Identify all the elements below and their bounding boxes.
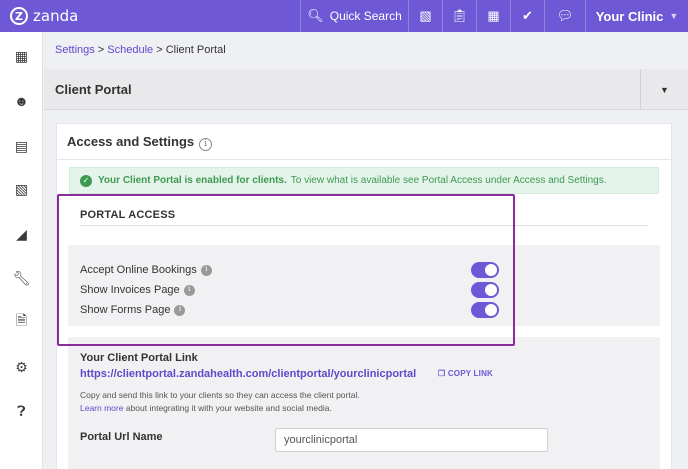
portal-link-heading: Your Client Portal Link	[80, 352, 198, 364]
caret-down-icon: ▼	[660, 84, 669, 95]
toggle-row-invoices-page: Show Invoices Page i	[80, 282, 195, 298]
portal-link-url[interactable]: https://clientportal.zandahealth.com/cli…	[80, 368, 416, 380]
clipboard-icon: 📋︎	[451, 8, 468, 23]
breadcrumb-separator: >	[153, 44, 166, 56]
chevron-down-icon: ▼	[669, 11, 679, 21]
bar-chart-icon: ▧	[419, 8, 432, 23]
toggle-label: Accept Online Bookings	[80, 264, 197, 276]
sidebar-item-settings[interactable]: ⚙︎	[0, 355, 43, 379]
info-icon[interactable]: i	[199, 138, 213, 151]
page-title: Client Portal	[55, 82, 132, 97]
copy-link-label: COPY LINK	[447, 369, 494, 378]
portal-enabled-alert: ✓ Your Client Portal is enabled for clie…	[69, 167, 659, 194]
learn-more-link[interactable]: Learn more	[80, 403, 123, 413]
toggle-label: Show Invoices Page	[80, 284, 180, 296]
search-icon: 🔍︎	[307, 8, 324, 23]
gear-icon: ⚙︎	[15, 358, 28, 375]
portal-link-section: Your Client Portal Link https://clientpo…	[68, 337, 660, 469]
learn-more-rest: about integrating it with your website a…	[123, 403, 332, 413]
checklist-button[interactable]: ✔	[510, 0, 544, 32]
calendar-button[interactable]: ▦	[476, 0, 510, 32]
tasks-button[interactable]: 📋︎	[442, 0, 476, 32]
zanda-logo[interactable]: Z zanda	[10, 5, 78, 27]
breadcrumb-schedule[interactable]: Schedule	[107, 44, 153, 56]
id-card-icon: ▤	[14, 137, 29, 154]
switch-knob	[485, 304, 497, 316]
breadcrumb: Settings > Schedule > Client Portal	[55, 44, 226, 56]
invoices-page-switch[interactable]	[471, 282, 499, 298]
divider	[80, 225, 648, 226]
switch-knob	[485, 284, 497, 296]
check-circle-icon: ✓	[80, 174, 92, 187]
sidebar-item-calendar[interactable]: ▦	[0, 44, 43, 68]
quick-search-label: Quick Search	[329, 9, 402, 23]
portal-access-toggles: Accept Online Bookings i Show Invoices Pa…	[68, 245, 660, 326]
portal-link-description: Copy and send this link to your clients …	[80, 390, 360, 400]
info-icon[interactable]: i	[183, 284, 195, 296]
calendar-icon: ▦	[14, 47, 29, 64]
sidebar-item-reports[interactable]: ▧	[0, 177, 43, 201]
sidebar-item-help[interactable]: ❓︎	[0, 399, 43, 423]
reports-button[interactable]: ▧	[408, 0, 442, 32]
clinic-label: Your Clinic	[595, 8, 664, 24]
forms-page-switch[interactable]	[471, 302, 499, 318]
check-circle-icon: ✔	[522, 8, 533, 23]
info-icon[interactable]: i	[174, 304, 186, 316]
sidebar-item-analytics[interactable]: ◢	[0, 222, 43, 246]
chat-icon: 💬︎	[556, 8, 574, 23]
alert-bold-text: Your Client Portal is enabled for client…	[98, 175, 287, 186]
card-title-text: Access and Settings	[67, 134, 195, 149]
client-portal-header: Client Portal ▼	[44, 69, 688, 110]
help-icon: ❓︎	[17, 402, 26, 419]
sidebar-item-documents[interactable]: 🗎	[0, 310, 43, 334]
copy-icon: ❐	[438, 369, 446, 378]
divider	[57, 159, 671, 160]
switch-knob	[485, 264, 497, 276]
document-icon: 🗎	[15, 312, 28, 328]
copy-link-button[interactable]: ❐ COPY LINK	[438, 369, 493, 378]
collapse-toggle-button[interactable]: ▼	[640, 69, 688, 110]
portal-url-name-input[interactable]	[275, 428, 548, 452]
zanda-logo-icon: Z	[10, 7, 28, 25]
breadcrumb-current: Client Portal	[165, 44, 226, 56]
top-bar: Z zanda 🔍︎ Quick Search ▧ 📋︎ ▦ ✔ 💬︎ Your…	[0, 0, 688, 32]
portal-link-learn-more-text: Learn more about integrating it with you…	[80, 403, 332, 413]
alert-text: To view what is available see Portal Acc…	[290, 175, 607, 186]
sidebar-item-tools[interactable]: 🔧︎	[0, 266, 43, 290]
sidebar: ▦ ☻ ▤ ▧ ◢ 🔧︎ 🗎 ⚙︎ ❓︎	[0, 32, 43, 469]
toggle-row-online-bookings: Accept Online Bookings i	[80, 262, 212, 278]
portal-url-name-label: Portal Url Name	[80, 431, 163, 443]
portal-access-heading: PORTAL ACCESS	[80, 209, 176, 221]
calendar-icon: ▦	[487, 8, 500, 23]
clinic-menu-button[interactable]: Your Clinic ▼	[585, 0, 688, 32]
line-chart-icon: ◢	[16, 225, 27, 242]
users-icon: ☻	[14, 93, 29, 109]
sidebar-item-clients[interactable]: ☻	[0, 89, 43, 113]
breadcrumb-settings[interactable]: Settings	[55, 44, 95, 56]
messages-button[interactable]: 💬︎	[544, 0, 585, 32]
toggle-row-forms-page: Show Forms Page i	[80, 302, 186, 318]
bar-chart-icon: ▧	[14, 180, 29, 197]
sidebar-item-contacts[interactable]: ▤	[0, 134, 43, 158]
quick-search-button[interactable]: 🔍︎ Quick Search	[300, 0, 408, 32]
card-title: Access and Settings i	[67, 134, 213, 151]
wrench-icon: 🔧︎	[12, 269, 31, 286]
breadcrumb-separator: >	[94, 44, 108, 56]
online-bookings-switch[interactable]	[471, 262, 499, 278]
access-settings-card: Access and Settings i ✓ Your Client Porta…	[56, 123, 672, 469]
logo-text: zanda	[33, 7, 79, 25]
toggle-label: Show Forms Page	[80, 304, 171, 316]
info-icon[interactable]: i	[200, 264, 212, 276]
